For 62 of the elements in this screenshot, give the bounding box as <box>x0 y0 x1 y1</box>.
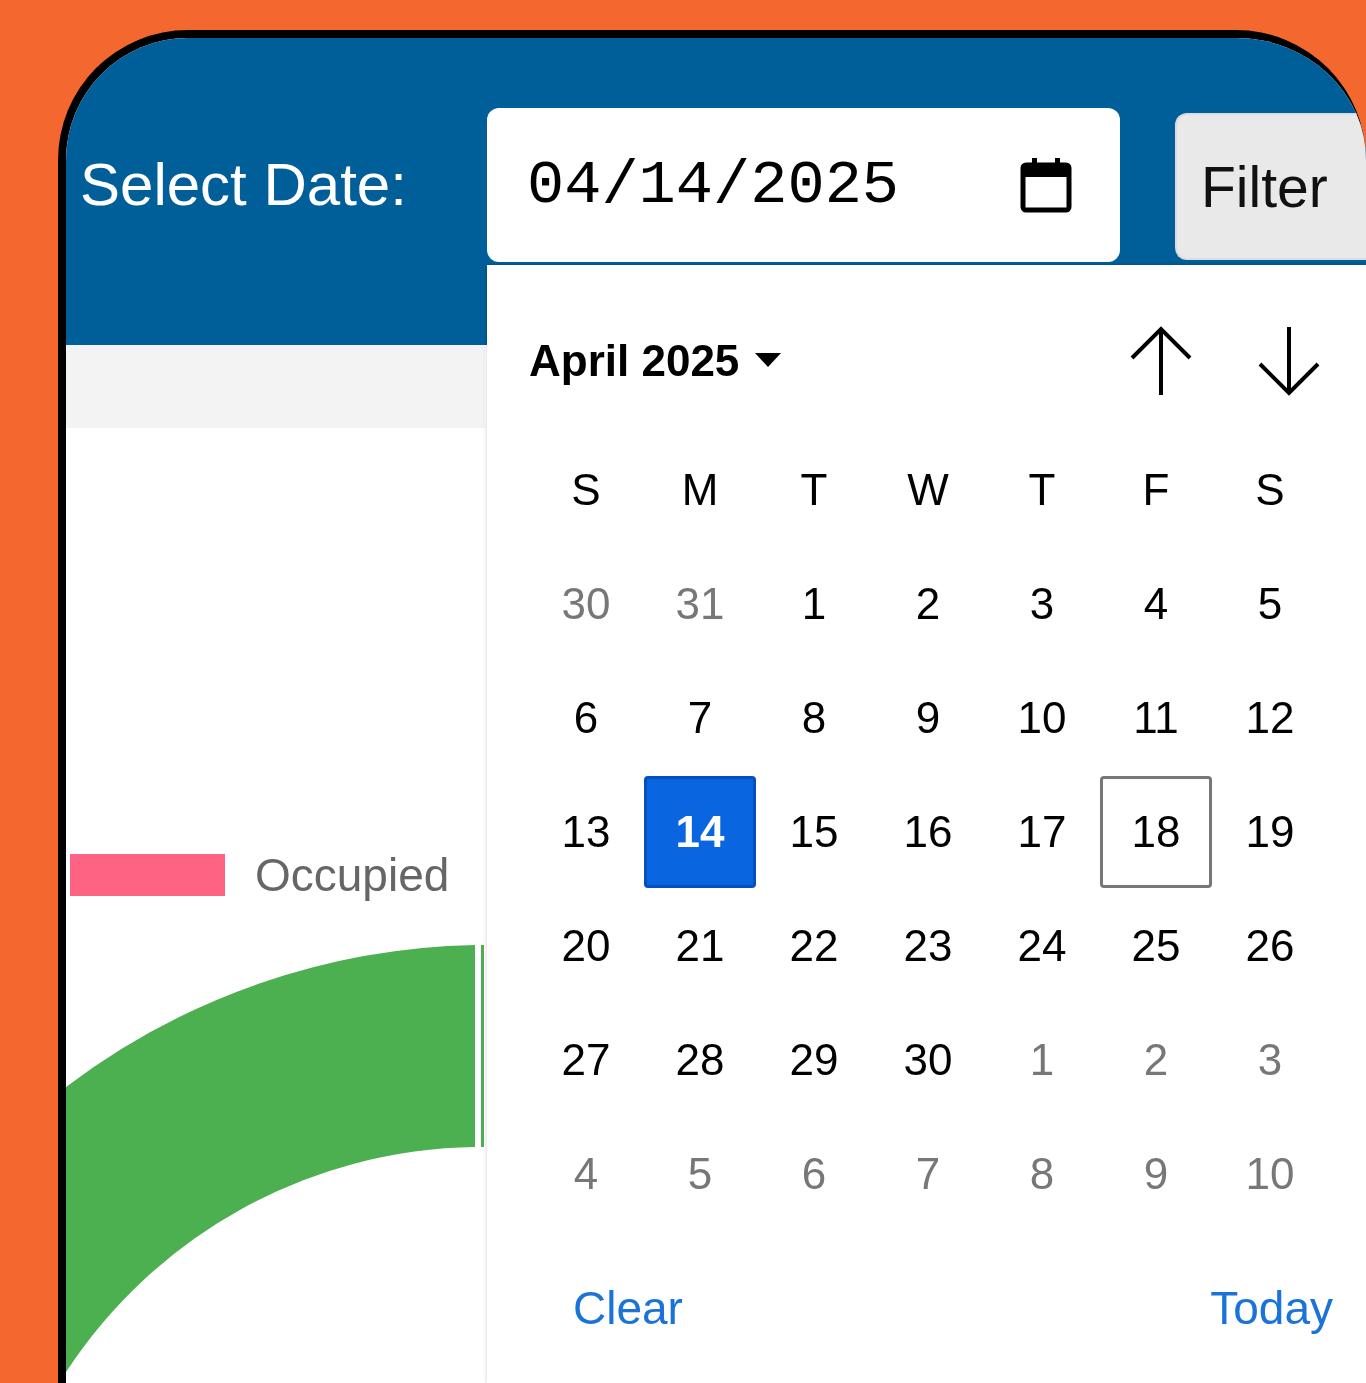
previous-month-button[interactable] <box>1129 325 1193 397</box>
calendar-day[interactable]: 9 <box>1100 1118 1212 1230</box>
weekday-label: S <box>1254 464 1286 516</box>
date-input[interactable]: 04/14/2025 <box>487 108 1120 262</box>
calendar-day[interactable]: 28 <box>644 1004 756 1116</box>
weekday-label: M <box>680 464 720 516</box>
up-arrow-icon <box>1129 325 1193 397</box>
calendar-day[interactable]: 2 <box>872 548 984 660</box>
calendar-day[interactable]: 29 <box>758 1004 870 1116</box>
calendar-day[interactable]: 2 <box>1100 1004 1212 1116</box>
calendar-day[interactable]: 21 <box>644 890 756 1002</box>
calendar-day[interactable]: 30 <box>872 1004 984 1116</box>
weekday-label: W <box>906 464 950 516</box>
select-date-label: Select Date: <box>80 150 408 220</box>
calendar-day[interactable]: 10 <box>986 662 1098 774</box>
calendar-day[interactable]: 5 <box>644 1118 756 1230</box>
calendar-day[interactable]: 18 <box>1100 776 1212 888</box>
caret-icon <box>755 353 782 369</box>
today-button[interactable]: Today <box>1210 1281 1333 1335</box>
calendar-day[interactable]: 12 <box>1214 662 1326 774</box>
weekday-label: F <box>1141 464 1171 516</box>
calendar-day[interactable]: 7 <box>644 662 756 774</box>
calendar-day[interactable]: 6 <box>530 662 642 774</box>
clear-button[interactable]: Clear <box>573 1281 683 1335</box>
calendar-day[interactable]: 3 <box>1214 1004 1326 1116</box>
calendar-icon[interactable] <box>1020 157 1072 213</box>
weekday-label: S <box>570 464 602 516</box>
weekday-label: T <box>1027 464 1057 516</box>
calendar-day[interactable]: 20 <box>530 890 642 1002</box>
calendar-day[interactable]: 27 <box>530 1004 642 1116</box>
calendar-day[interactable]: 9 <box>872 662 984 774</box>
calendar-day[interactable]: 24 <box>986 890 1098 1002</box>
calendar-day[interactable]: 13 <box>530 776 642 888</box>
calendar-day[interactable]: 8 <box>986 1118 1098 1230</box>
calendar-day[interactable]: 6 <box>758 1118 870 1230</box>
month-selector[interactable]: April 2025 <box>529 336 782 386</box>
calendar-day[interactable]: 10 <box>1214 1118 1326 1230</box>
calendar-day[interactable]: 31 <box>644 548 756 660</box>
legend-label: Occupied <box>255 848 450 902</box>
next-month-button[interactable] <box>1257 325 1321 397</box>
calendar-day[interactable]: 17 <box>986 776 1098 888</box>
calendar-day[interactable]: 3 <box>986 548 1098 660</box>
calendar-day[interactable]: 26 <box>1214 890 1326 1002</box>
calendar-day[interactable]: 7 <box>872 1118 984 1230</box>
calendar-day[interactable]: 1 <box>758 548 870 660</box>
calendar-day[interactable]: 1 <box>986 1004 1098 1116</box>
calendar-day[interactable]: 8 <box>758 662 870 774</box>
calendar-day[interactable]: 19 <box>1214 776 1326 888</box>
filter-button[interactable]: Filter <box>1175 113 1366 260</box>
calendar-day[interactable]: 16 <box>872 776 984 888</box>
weekday-label: T <box>799 464 829 516</box>
calendar-day[interactable]: 15 <box>758 776 870 888</box>
calendar-day[interactable]: 22 <box>758 890 870 1002</box>
down-arrow-icon <box>1257 325 1321 397</box>
calendar-day[interactable]: 11 <box>1100 662 1212 774</box>
calendar-day[interactable]: 5 <box>1214 548 1326 660</box>
calendar-day[interactable]: 30 <box>530 548 642 660</box>
calendar-day[interactable]: 14 <box>644 776 756 888</box>
calendar-day[interactable]: 25 <box>1100 890 1212 1002</box>
calendar-day[interactable]: 4 <box>1100 548 1212 660</box>
calendar-day[interactable]: 23 <box>872 890 984 1002</box>
calendar-day[interactable]: 4 <box>530 1118 642 1230</box>
